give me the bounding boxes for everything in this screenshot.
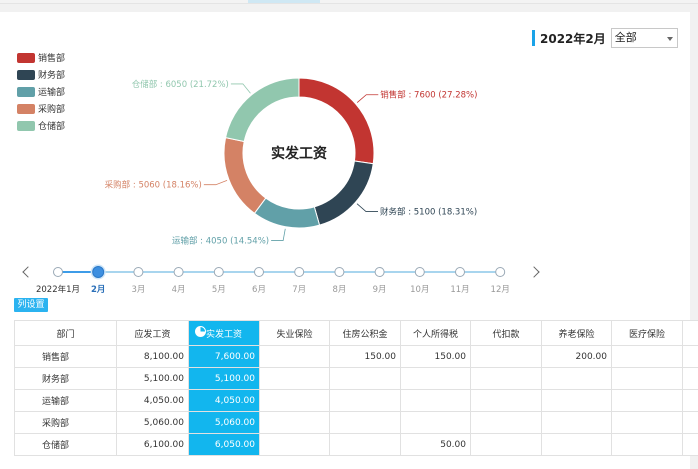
cell-department: 采购部 xyxy=(14,411,117,434)
cell-housing-fund xyxy=(329,367,401,390)
cell-medical xyxy=(611,433,683,456)
timeline-month-label[interactable]: 2022年1月 xyxy=(36,284,80,295)
timeline-node[interactable] xyxy=(414,267,425,277)
cell-housing-fund xyxy=(329,389,401,412)
timeline-node[interactable] xyxy=(92,266,105,278)
col-header-pension[interactable]: 养老保险 xyxy=(541,320,612,346)
timeline-month-label[interactable]: 4月 xyxy=(172,285,186,295)
timeline-month-label[interactable]: 10月 xyxy=(410,285,429,295)
cell-net-pay: 6,050.00 xyxy=(188,433,260,456)
table-row[interactable]: 仓储部 6,100.00 6,050.00 50.00 xyxy=(14,433,698,456)
cell-unemployment xyxy=(259,411,330,434)
cell-net-pay: 7,600.00 xyxy=(188,345,260,368)
cell-housing-fund xyxy=(329,411,401,434)
cell-net-pay: 5,100.00 xyxy=(188,367,260,390)
cell-pension xyxy=(541,433,612,456)
cell-department: 销售部 xyxy=(14,345,117,368)
table-header-row: 部门 应发工资 实发工资 失业保险 住房公积金 个人所得税 代扣款 养老保险 医… xyxy=(14,320,698,346)
cell-department: 运输部 xyxy=(14,389,117,412)
timeline-node[interactable] xyxy=(133,267,144,277)
cell-deductions xyxy=(470,367,542,390)
timeline-node[interactable] xyxy=(495,267,506,277)
cell-extra xyxy=(682,411,698,434)
cell-extra xyxy=(682,367,698,390)
timeline-month-label[interactable]: 7月 xyxy=(292,285,306,295)
cell-deductions xyxy=(470,389,542,412)
cell-medical xyxy=(611,345,683,368)
cell-income-tax xyxy=(400,367,471,390)
timeline-month-label[interactable]: 2月 xyxy=(91,285,105,295)
cell-housing-fund xyxy=(329,433,401,456)
col-header-net-pay[interactable]: 实发工资 xyxy=(188,320,260,346)
cell-net-pay: 5,060.00 xyxy=(188,411,260,434)
cell-unemployment xyxy=(259,345,330,368)
table-row[interactable]: 采购部 5,060.00 5,060.00 xyxy=(14,411,698,434)
col-header-medical[interactable]: 医疗保险 xyxy=(611,320,683,346)
table-row[interactable]: 运输部 4,050.00 4,050.00 xyxy=(14,389,698,412)
cell-pension: 200.00 xyxy=(541,345,612,368)
cell-deductions xyxy=(470,345,542,368)
timeline-node[interactable] xyxy=(53,267,63,277)
col-header-extra xyxy=(682,320,698,346)
cell-unemployment xyxy=(259,367,330,390)
col-header-housing-fund[interactable]: 住房公积金 xyxy=(329,320,401,346)
cell-extra xyxy=(682,345,698,368)
cell-net-pay: 4,050.00 xyxy=(188,389,260,412)
timeline-node[interactable] xyxy=(173,267,184,277)
cell-pension xyxy=(541,389,612,412)
cell-gross-pay: 5,060.00 xyxy=(116,411,189,434)
column-settings-button[interactable]: 列设置 xyxy=(14,298,48,312)
col-header-deductions[interactable]: 代扣款 xyxy=(470,320,542,346)
timeline-month-label[interactable]: 11月 xyxy=(450,285,469,295)
cell-income-tax xyxy=(400,411,471,434)
cell-extra xyxy=(682,389,698,412)
cell-medical xyxy=(611,367,683,390)
timeline-month-label[interactable]: 8月 xyxy=(332,285,346,295)
col-header-department[interactable]: 部门 xyxy=(14,320,117,346)
col-header-unemployment[interactable]: 失业保险 xyxy=(259,320,330,346)
cell-gross-pay: 8,100.00 xyxy=(116,345,189,368)
timeline-node[interactable] xyxy=(254,267,264,277)
cell-housing-fund: 150.00 xyxy=(329,345,401,368)
timeline-node[interactable] xyxy=(455,267,465,277)
timeline-month-label[interactable]: 6月 xyxy=(252,285,266,295)
cell-unemployment xyxy=(259,389,330,412)
col-header-gross-pay[interactable]: 应发工资 xyxy=(116,320,189,346)
cell-extra xyxy=(682,433,698,456)
cell-deductions xyxy=(470,433,542,456)
cell-deductions xyxy=(470,411,542,434)
timeline-node[interactable] xyxy=(213,267,224,277)
cell-gross-pay: 5,100.00 xyxy=(116,367,189,390)
col-header-income-tax[interactable]: 个人所得税 xyxy=(400,320,471,346)
cell-gross-pay: 6,100.00 xyxy=(116,433,189,456)
timeline-month-label[interactable]: 3月 xyxy=(131,285,145,295)
pie-chart-icon[interactable] xyxy=(195,326,206,337)
col-header-net-pay-label: 实发工资 xyxy=(205,329,242,340)
timeline-node[interactable] xyxy=(334,267,345,277)
cell-income-tax: 150.00 xyxy=(400,345,471,368)
cell-unemployment xyxy=(259,433,330,456)
timeline-month-label[interactable]: 9月 xyxy=(373,285,387,295)
timeline-month-label[interactable]: 5月 xyxy=(212,285,226,295)
table-row[interactable]: 销售部 8,100.00 7,600.00 150.00 150.00 200.… xyxy=(14,345,698,368)
cell-pension xyxy=(541,367,612,390)
cell-department: 财务部 xyxy=(14,367,117,390)
cell-medical xyxy=(611,389,683,412)
table-row[interactable]: 财务部 5,100.00 5,100.00 xyxy=(14,367,698,390)
timeline-month-label[interactable]: 12月 xyxy=(491,285,510,295)
cell-gross-pay: 4,050.00 xyxy=(116,389,189,412)
cell-income-tax: 50.00 xyxy=(400,433,471,456)
cell-medical xyxy=(611,411,683,434)
cell-pension xyxy=(541,411,612,434)
timeline-node[interactable] xyxy=(294,267,305,277)
salary-table: 部门 应发工资 实发工资 失业保险 住房公积金 个人所得税 代扣款 养老保险 医… xyxy=(14,320,698,456)
cell-department: 仓储部 xyxy=(14,433,117,456)
timeline-node[interactable] xyxy=(374,267,385,277)
cell-income-tax xyxy=(400,389,471,412)
